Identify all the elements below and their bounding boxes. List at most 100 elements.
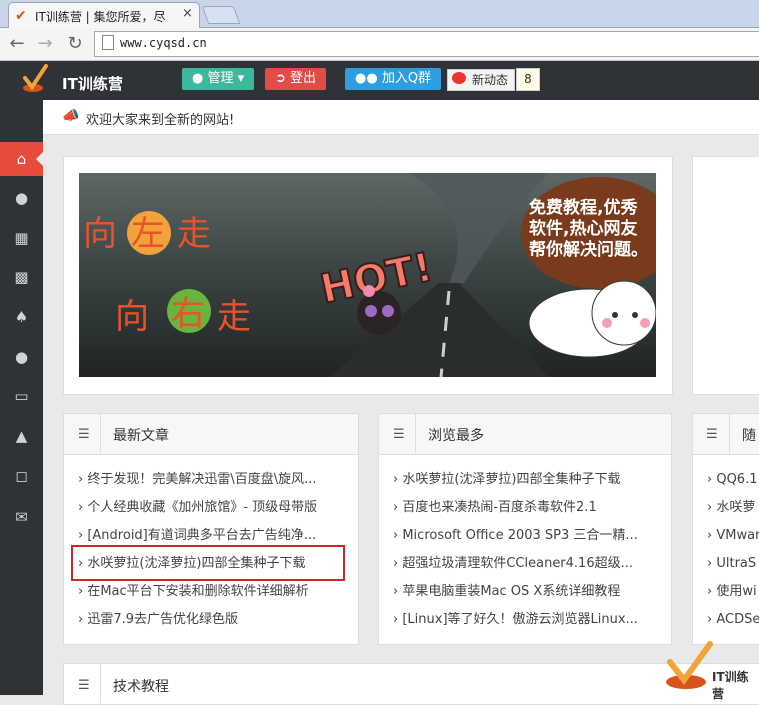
- panel-header: [64, 414, 358, 455]
- sidebar-item-desktop[interactable]: ▭: [0, 382, 43, 410]
- banner-left-text-1a: 向: [83, 214, 117, 254]
- tab-title: IT训练营 | 集您所爱，尽: [35, 10, 166, 24]
- panel-divider: [100, 664, 101, 703]
- new-tab-button[interactable]: [201, 6, 241, 24]
- manage-button[interactable]: ● 管理 ▾: [182, 68, 255, 90]
- random-item-link[interactable]: UltraS: [716, 556, 756, 571]
- panel-divider: [415, 414, 416, 453]
- panel-header: [379, 414, 671, 455]
- random-item[interactable]: › UltraS: [707, 550, 759, 578]
- latest-item-link[interactable]: 迅雷7.9去广告优化绿色版: [87, 612, 238, 627]
- banner-left-text-1b: 左: [131, 214, 165, 254]
- latest-item[interactable]: › 迅雷7.9去广告优化绿色版: [78, 606, 346, 634]
- apple-icon: ●: [14, 348, 29, 366]
- windows-icon: ▦: [14, 229, 29, 247]
- popular-item[interactable]: › 水咲萝拉(沈泽萝拉)四部全集种子下载: [393, 466, 659, 494]
- random-item-link[interactable]: VMwar: [716, 528, 759, 543]
- watermark-text: IT训练营: [712, 670, 749, 701]
- banner-left-text-2b: 右: [171, 294, 205, 334]
- side-banner-card[interactable]: [692, 156, 759, 395]
- back-arrow-icon[interactable]: ←: [6, 33, 28, 54]
- list-icon: ☰: [393, 427, 405, 442]
- home-icon: ⌂: [16, 150, 27, 168]
- site-favicon-icon: ✔: [15, 8, 27, 24]
- join-qq-label: 加入Q群: [381, 71, 432, 86]
- popular-item-link[interactable]: 超强垃圾清理软件CCleaner4.16超级...: [402, 556, 633, 571]
- popular-item[interactable]: › Microsoft Office 2003 SP3 三合一精...: [393, 522, 659, 550]
- latest-item-link[interactable]: 终于发现！完美解决迅雷\百度盘\旋风...: [87, 472, 316, 487]
- highlight-box: [71, 545, 345, 581]
- sidebar-item-mail[interactable]: ✉: [0, 503, 43, 531]
- linux-penguin-icon: ♠: [14, 308, 29, 326]
- random-item[interactable]: › ACDSe: [707, 606, 759, 634]
- active-indicator-arrow: [36, 152, 43, 166]
- join-qq-group-button[interactable]: ●● 加入Q群: [345, 68, 442, 90]
- logout-button[interactable]: ➲ 登出: [265, 68, 327, 90]
- popular-item-link[interactable]: 水咲萝拉(沈泽萝拉)四部全集种子下载: [402, 472, 620, 487]
- popular-item[interactable]: › 苹果电脑重装Mac OS X系统详细教程: [393, 578, 659, 606]
- sidebar-item-user[interactable]: ●: [0, 184, 43, 212]
- banner-slogan-line2: 软件,热心网友: [529, 218, 637, 239]
- url-text[interactable]: www.cyqsd.cn: [120, 36, 207, 50]
- weibo-label: 新动态: [472, 73, 509, 87]
- weibo-count-badge: 8: [516, 68, 540, 91]
- banner-image[interactable]: 免费教程,优秀 软件,热心网友 帮你解决问题。 向 左 走 向 右 走 HOT!: [79, 173, 656, 377]
- popular-item-link[interactable]: 百度也来凑热闹-百度杀毒软件2.1: [402, 500, 596, 515]
- logo-check-icon[interactable]: [22, 64, 48, 94]
- banner-left-text-2c: 走: [217, 297, 251, 337]
- site-name[interactable]: IT训练营: [62, 73, 123, 94]
- random-item-link[interactable]: ACDSe: [716, 612, 759, 627]
- page-icon: [102, 35, 114, 50]
- sidebar-item-android[interactable]: ▲: [0, 422, 43, 450]
- browser-tab[interactable]: ✔ IT训练营 | 集您所爱，尽 ×: [8, 2, 200, 28]
- random-item[interactable]: › VMwar: [707, 522, 759, 550]
- latest-item[interactable]: › 个人经典收藏《加州旅馆》- 顶级母带版: [78, 494, 346, 522]
- tech-tutorials-title: 技术教程: [113, 679, 169, 695]
- sidebar-item-grid[interactable]: ▩: [0, 263, 43, 291]
- popular-item[interactable]: › [Linux]等了好久！傲游云浏览器Linux...: [393, 606, 659, 634]
- latest-item-link[interactable]: [Android]有道词典多平台去广告纯净...: [87, 528, 316, 543]
- list-icon: ☰: [78, 678, 90, 693]
- reload-icon[interactable]: ↻: [64, 33, 86, 54]
- random-item[interactable]: › 水咲萝: [707, 494, 759, 522]
- random-item-link[interactable]: QQ6.1: [716, 472, 757, 487]
- tab-close-icon[interactable]: ×: [182, 6, 193, 21]
- random-item[interactable]: › 使用wi: [707, 578, 759, 606]
- popular-item[interactable]: › 百度也来凑热闹-百度杀毒软件2.1: [393, 494, 659, 522]
- sidebar-item-linux[interactable]: ♠: [0, 303, 43, 331]
- forward-arrow-icon[interactable]: →: [34, 33, 56, 54]
- popular-item[interactable]: › 超强垃圾清理软件CCleaner4.16超级...: [393, 550, 659, 578]
- weibo-icon: [452, 72, 466, 84]
- android-icon: ▲: [15, 427, 28, 445]
- logout-icon: ➲: [275, 71, 291, 86]
- sidebar-item-html5[interactable]: ◻: [0, 462, 43, 490]
- panel-divider: [100, 414, 101, 453]
- latest-item-link[interactable]: 在Mac平台下安装和删除软件详细解析: [87, 584, 308, 599]
- random-title: 随: [742, 428, 756, 444]
- caret-down-icon: ▾: [233, 71, 245, 86]
- latest-item[interactable]: › 终于发现！完美解决迅雷\百度盘\旋风...: [78, 466, 346, 494]
- popular-item-link[interactable]: [Linux]等了好久！傲游云浏览器Linux...: [402, 612, 638, 627]
- list-icon: ☰: [706, 427, 718, 442]
- group-icon: ●●: [355, 71, 382, 86]
- latest-item-link[interactable]: 个人经典收藏《加州旅馆》- 顶级母带版: [87, 500, 317, 515]
- sidebar-item-windows[interactable]: ▦: [0, 224, 43, 252]
- popular-item-link[interactable]: 苹果电脑重装Mac OS X系统详细教程: [402, 584, 620, 599]
- user-icon: ●: [192, 71, 208, 86]
- most-viewed-title: 浏览最多: [428, 428, 484, 444]
- list-icon: ☰: [78, 427, 90, 442]
- banner-illustration: 免费教程,优秀 软件,热心网友 帮你解决问题。 向 左 走 向 右 走 HOT!: [83, 173, 656, 377]
- html5-icon: ◻: [15, 467, 28, 485]
- banner-left-text-1c: 走: [177, 214, 211, 254]
- megaphone-icon: 📣: [62, 108, 80, 124]
- sidebar-item-apple[interactable]: ●: [0, 343, 43, 371]
- random-item[interactable]: › QQ6.1: [707, 466, 759, 494]
- banner-slogan-line1: 免费教程,优秀: [529, 197, 637, 218]
- latest-item[interactable]: › 在Mac平台下安装和删除软件详细解析: [78, 578, 346, 606]
- banner-left-text-2a: 向: [115, 297, 149, 337]
- popular-item-link[interactable]: Microsoft Office 2003 SP3 三合一精...: [402, 528, 637, 543]
- random-item-link[interactable]: 水咲萝: [716, 500, 755, 515]
- desktop-icon: ▭: [14, 387, 29, 405]
- notice-text: 欢迎大家来到全新的网站!: [86, 113, 235, 128]
- random-item-link[interactable]: 使用wi: [716, 584, 756, 599]
